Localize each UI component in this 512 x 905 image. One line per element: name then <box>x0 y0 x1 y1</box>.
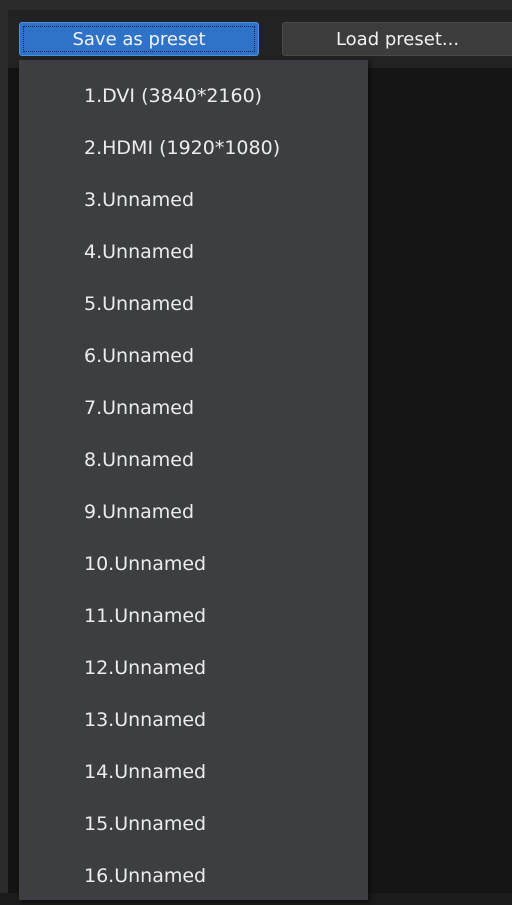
preset-menu-item-14[interactable]: 14.Unnamed <box>19 746 368 798</box>
preset-menu-item-2[interactable]: 2.HDMI (1920*1080) <box>19 122 368 174</box>
preset-menu-item-3[interactable]: 3.Unnamed <box>19 174 368 226</box>
preset-menu-item-9[interactable]: 9.Unnamed <box>19 486 368 538</box>
load-preset-button[interactable]: Load preset... <box>282 22 512 56</box>
save-as-preset-button[interactable]: Save as preset <box>19 22 259 56</box>
preset-menu-item-13[interactable]: 13.Unnamed <box>19 694 368 746</box>
preset-menu-item-10[interactable]: 10.Unnamed <box>19 538 368 590</box>
preset-menu-item-4[interactable]: 4.Unnamed <box>19 226 368 278</box>
preset-menu-item-15[interactable]: 15.Unnamed <box>19 798 368 850</box>
preset-menu-item-5[interactable]: 5.Unnamed <box>19 278 368 330</box>
preset-menu-item-7[interactable]: 7.Unnamed <box>19 382 368 434</box>
preset-menu-item-11[interactable]: 11.Unnamed <box>19 590 368 642</box>
save-as-preset-label: Save as preset <box>72 29 206 50</box>
load-preset-label: Load preset... <box>335 29 460 50</box>
preset-menu-item-16[interactable]: 16.Unnamed <box>19 850 368 902</box>
window-top-bar <box>0 0 512 10</box>
content-panel <box>368 68 512 905</box>
preset-menu-item-8[interactable]: 8.Unnamed <box>19 434 368 486</box>
preset-menu-item-1[interactable]: 1.DVI (3840*2160) <box>19 70 368 122</box>
app-window: Save as preset Load preset... 1.DVI (384… <box>0 0 512 905</box>
window-left-edge <box>0 10 8 905</box>
preset-menu-item-12[interactable]: 12.Unnamed <box>19 642 368 694</box>
preset-menu-item-6[interactable]: 6.Unnamed <box>19 330 368 382</box>
preset-dropdown-menu: 1.DVI (3840*2160) 2.HDMI (1920*1080) 3.U… <box>19 60 368 900</box>
